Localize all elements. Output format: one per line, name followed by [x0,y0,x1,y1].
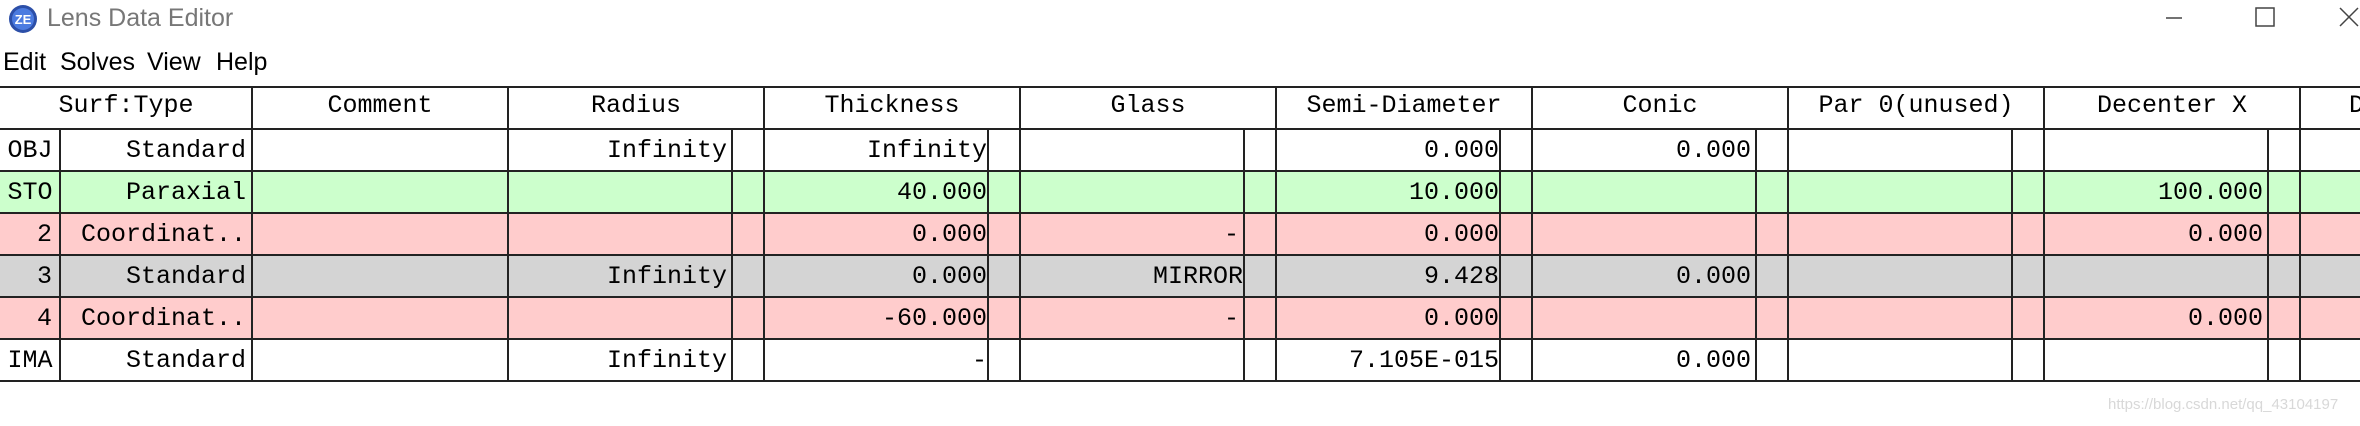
cell-type[interactable]: Standard [62,340,246,380]
close-button[interactable] [2320,0,2360,38]
cell-decenter-x[interactable]: 100.000 [2045,172,2263,212]
watermark: https://blog.csdn.net/qq_43104197 [2108,396,2339,413]
close-icon [2339,7,2359,27]
cell-glass[interactable] [1021,130,1239,170]
cell-radius[interactable]: Infinity [509,256,727,296]
header-conic[interactable]: Conic [1532,86,1788,126]
cell-decenter-x[interactable] [2045,340,2263,380]
minimize-icon [2166,17,2182,19]
window-title: Lens Data Editor [47,4,234,32]
cell-par0[interactable] [1789,298,2007,338]
cell-radius[interactable] [509,172,727,212]
cell-radius[interactable]: Infinity [509,130,727,170]
header-semi-diameter[interactable]: Semi-Diameter [1276,86,1532,126]
cell-surf[interactable]: OBJ [0,130,60,170]
cell-conic[interactable]: 0.000 [1533,256,1751,296]
cell-type[interactable]: Standard [62,256,246,296]
cell-conic[interactable] [1533,214,1751,254]
cell-par0[interactable] [1789,172,2007,212]
cell-comment[interactable] [253,172,503,212]
cell-surf[interactable]: IMA [0,340,60,380]
cell-par0[interactable] [1789,214,2007,254]
header-radius[interactable]: Radius [508,86,764,126]
cell-conic[interactable]: 0.000 [1533,130,1751,170]
cell-thickness[interactable]: 40.000 [765,172,987,212]
svg-text:ZE: ZE [15,12,32,27]
zemax-logo-icon: ZE [9,5,37,33]
cell-type[interactable]: Standard [62,130,246,170]
cell-decenter-x[interactable]: 0.000 [2045,298,2263,338]
cell-decenter-x[interactable]: 0.000 [2045,214,2263,254]
cell-surf[interactable]: 2 [0,214,52,254]
maximize-icon [2255,7,2275,27]
cell-semi-diameter[interactable]: 7.105E-015 [1277,340,1499,380]
cell-glass[interactable] [1021,172,1239,212]
cell-thickness[interactable]: -60.000 [765,298,987,338]
cell-thickness[interactable]: 0.000 [765,256,987,296]
maximize-button[interactable] [2234,0,2294,38]
cell-semi-diameter[interactable]: 9.428 [1277,256,1499,296]
cell-semi-diameter[interactable]: 0.000 [1277,130,1499,170]
cell-par0[interactable] [1789,130,2007,170]
cell-conic[interactable] [1533,298,1751,338]
cell-radius[interactable]: Infinity [509,340,727,380]
menu-solves[interactable]: Solves [60,48,135,77]
header-surf-type[interactable]: Surf:Type [0,86,252,126]
cell-par0[interactable] [1789,256,2007,296]
cell-radius[interactable] [509,214,727,254]
cell-comment[interactable] [253,298,503,338]
cell-thickness[interactable]: - [765,340,987,380]
cell-radius[interactable] [509,298,727,338]
cell-par0[interactable] [1789,340,2007,380]
menu-help[interactable]: Help [216,48,267,77]
header-par0[interactable]: Par 0(unused) [1788,86,2044,126]
cell-decenter-x[interactable] [2045,256,2263,296]
menu-view[interactable]: View [147,48,201,77]
header-thickness[interactable]: Thickness [764,86,1020,126]
cell-type[interactable]: Paraxial [62,172,246,212]
cell-surf[interactable]: 3 [0,256,52,296]
cell-glass[interactable]: - [1021,214,1239,254]
header-glass[interactable]: Glass [1020,86,1276,126]
menu-edit[interactable]: Edit [3,48,46,77]
cell-thickness[interactable]: Infinity [765,130,987,170]
cell-surf[interactable]: STO [0,172,60,212]
cell-thickness[interactable]: 0.000 [765,214,987,254]
header-comment[interactable]: Comment [252,86,508,126]
cell-comment[interactable] [253,214,503,254]
cell-comment[interactable] [253,256,503,296]
cell-glass[interactable] [1021,340,1239,380]
header-decenter-y-partial[interactable]: D [2300,86,2360,126]
cell-semi-diameter[interactable]: 10.000 [1277,172,1499,212]
lens-data-grid: Surf:Type Comment Radius Thickness Glass… [0,86,2360,382]
cell-decenter-x[interactable] [2045,130,2263,170]
cell-conic[interactable]: 0.000 [1533,340,1751,380]
header-decenter-x[interactable]: Decenter X [2044,86,2300,126]
cell-glass[interactable]: - [1021,298,1239,338]
cell-glass[interactable]: MIRROR [1021,256,1243,296]
title-bar: ZE Lens Data Editor [0,0,2360,38]
cell-type[interactable]: Coordinat.. [62,298,246,338]
cell-comment[interactable] [253,340,503,380]
cell-semi-diameter[interactable]: 0.000 [1277,214,1499,254]
cell-comment[interactable] [253,130,503,170]
cell-type[interactable]: Coordinat.. [62,214,246,254]
cell-surf[interactable]: 4 [0,298,52,338]
cell-conic[interactable] [1533,172,1751,212]
minimize-button[interactable] [2144,0,2204,38]
cell-semi-diameter[interactable]: 0.000 [1277,298,1499,338]
